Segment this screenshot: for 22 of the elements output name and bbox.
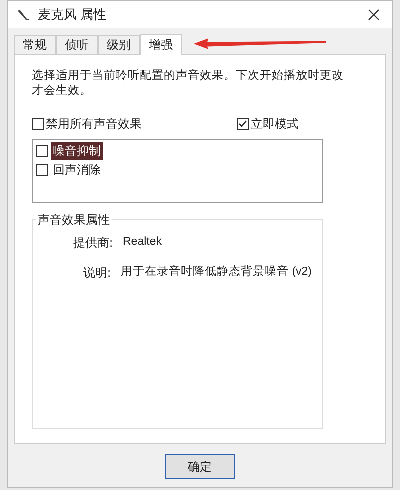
group-title: 声音效果属性 (36, 211, 112, 229)
checkbox[interactable] (36, 164, 48, 176)
close-icon[interactable] (368, 8, 380, 20)
list-item[interactable]: 回声消除 (51, 161, 103, 179)
property-label: 说明: (82, 265, 111, 282)
list-item[interactable]: 噪音抑制 (51, 142, 103, 160)
window-title: 麦克风 属性 (38, 6, 107, 24)
checkbox[interactable] (237, 118, 249, 130)
tab[interactable]: 侦听 (56, 35, 98, 54)
tab[interactable]: 级别 (98, 35, 140, 54)
checkbox-label: 禁用所有声音效果 (46, 116, 142, 133)
tab[interactable]: 增强 (140, 34, 182, 55)
checkbox-label: 立即模式 (251, 116, 299, 133)
property-value: 用于在录音时降低静态背景噪音 (v2) (121, 264, 312, 280)
tab[interactable]: 常规 (14, 35, 56, 54)
microphone-icon (16, 8, 30, 22)
checkbox[interactable] (36, 145, 48, 157)
checkbox[interactable] (32, 118, 44, 130)
ok-button[interactable]: 确定 (165, 454, 235, 479)
property-label: 提供商: (72, 235, 113, 252)
property-value: Realtek (123, 235, 162, 250)
description-text: 选择适用于当前聆听配置的声音效果。下次开始播放时更改才会生效。 (32, 69, 345, 99)
